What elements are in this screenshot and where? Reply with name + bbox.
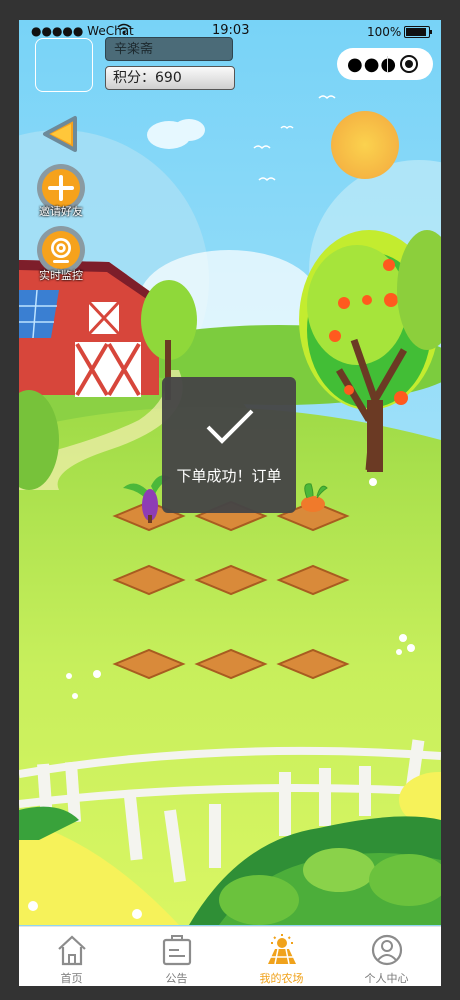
invite-friends-label: 邀请好友	[39, 205, 83, 218]
tab-my-farm-label: 我的农场	[259, 972, 304, 985]
points-value: 690	[155, 70, 182, 86]
farm-icon	[268, 934, 296, 965]
tab-profile[interactable]: 个人中心	[334, 927, 439, 986]
tab-profile-label: 个人中心	[364, 972, 409, 985]
tab-notice-label: 公告	[165, 972, 188, 985]
tab-notice[interactable]: 公告	[124, 927, 229, 986]
target-circle-icon[interactable]	[399, 54, 419, 74]
battery-percent: 100%	[367, 25, 402, 39]
battery-icon	[404, 26, 432, 38]
farm-plots[interactable]	[112, 500, 350, 680]
username-display: 辛楽斋	[105, 37, 233, 61]
user-icon	[371, 934, 403, 966]
capsule-divider	[387, 56, 388, 72]
live-monitor-button[interactable]: 实时监控	[35, 224, 87, 284]
back-button[interactable]	[35, 112, 87, 156]
home-icon	[58, 935, 86, 966]
bottom-tab-bar: 首页 公告 我的农场 个人中心	[19, 926, 441, 986]
avatar[interactable]	[35, 38, 93, 92]
points-display: 积分：690	[105, 66, 235, 90]
invite-friends-button[interactable]: 邀请好友	[35, 162, 87, 222]
notice-icon	[162, 935, 192, 966]
success-toast: 下单成功！订单	[162, 377, 296, 513]
toast-message: 下单成功！订单	[176, 467, 282, 485]
miniprogram-capsule: ●●●	[337, 48, 433, 80]
checkmark-icon	[206, 409, 254, 444]
live-monitor-label: 实时监控	[39, 269, 83, 282]
points-label: 积分：	[113, 70, 155, 86]
clock-time: 19:03	[212, 23, 250, 38]
tab-home-label: 首页	[60, 972, 83, 985]
phone-frame: ●●●●● WeChat 19:03 100% 辛楽斋 积分：690 ●●● 邀…	[19, 20, 441, 986]
tab-home[interactable]: 首页	[19, 927, 124, 986]
sun	[331, 111, 399, 179]
more-dots-icon[interactable]: ●●●	[347, 54, 397, 75]
wifi-icon	[117, 23, 131, 38]
back-arrow-icon	[43, 116, 77, 152]
tab-my-farm[interactable]: 我的农场	[229, 927, 334, 986]
